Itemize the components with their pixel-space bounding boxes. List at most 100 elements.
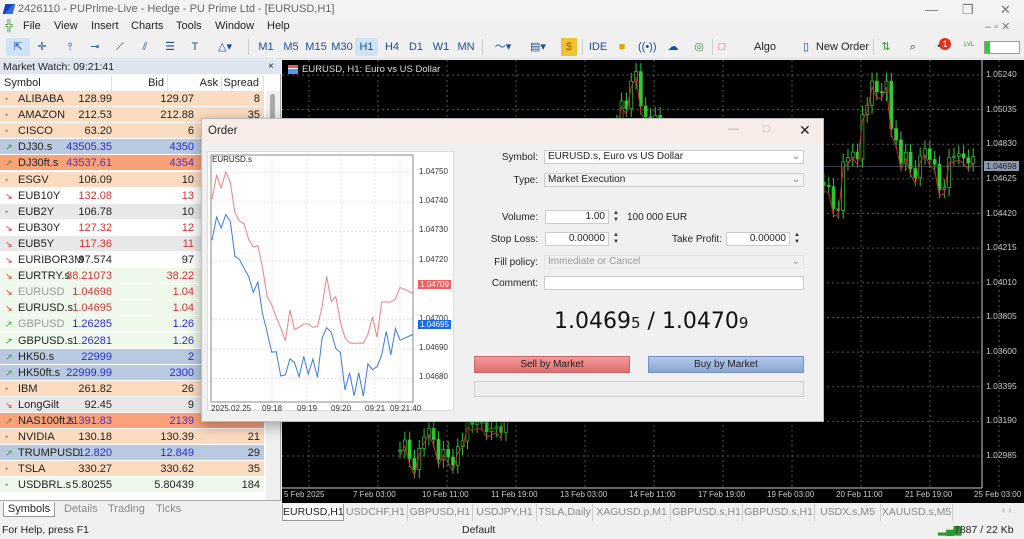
trendline-icon[interactable]: ⟋ (111, 38, 129, 56)
chart-tab[interactable]: GBPUSD.s,H1 (743, 504, 815, 521)
chart-tab[interactable]: USDX.s,M5 (815, 504, 881, 521)
stop-loss-input[interactable]: 0.00000 (545, 232, 609, 246)
vertical-line-icon[interactable]: ⫯ (62, 38, 78, 56)
symbol-select[interactable]: EURUSD.s, Euro vs US Dollar ⌄ (544, 150, 804, 164)
tf-h4[interactable]: H4 (381, 38, 403, 56)
chart-tab[interactable]: USDJPY,H1 (473, 504, 537, 521)
menu-file[interactable]: File (23, 20, 41, 32)
menu-view[interactable]: View (54, 20, 78, 32)
menu-help[interactable]: Help (267, 20, 290, 32)
tf-w1[interactable]: W1 (430, 38, 452, 56)
fibonacci-icon[interactable]: ☰ (161, 38, 179, 56)
minimize-icon[interactable]: — (925, 2, 938, 17)
tf-mn[interactable]: MN (454, 38, 478, 56)
buy-by-market-button[interactable]: Buy by Market (648, 356, 804, 373)
trend-icon: ↗ (5, 158, 13, 169)
candle (908, 151, 913, 169)
y-label: 1.04720 (419, 254, 448, 264)
tab-symbols[interactable]: Symbols (3, 502, 55, 517)
algo-trading-button[interactable]: Algo Trading (735, 38, 795, 71)
close-icon[interactable]: ✕ (799, 122, 811, 139)
channel-icon[interactable]: ⫽ (136, 38, 154, 56)
chart-tab[interactable]: USDCHF,H1 (344, 504, 408, 521)
bid: 43505.35 (66, 141, 112, 154)
shapes-icon[interactable]: △▾ (210, 38, 240, 56)
tf-m15[interactable]: M15 (304, 38, 328, 56)
volume-input[interactable]: 1.00 (545, 210, 609, 224)
text-icon[interactable]: T (187, 38, 203, 56)
dollar-icon[interactable]: $ (561, 38, 577, 56)
market-watch-row[interactable]: • USDBRL.s 5.80255 5.80439 184 (0, 477, 264, 494)
tf-m5[interactable]: M5 (280, 38, 302, 56)
mdi-controls[interactable]: – ▫ ✕ (985, 20, 1010, 33)
search-icon[interactable]: ⌕ (905, 38, 921, 56)
col-ask[interactable]: Ask (168, 75, 222, 91)
col-bid[interactable]: Bid (112, 75, 168, 91)
chart-tab[interactable]: GBPUSD,H1 (408, 504, 473, 521)
ide-button[interactable]: IDE (588, 38, 608, 56)
chart-tab[interactable]: GBPUSD.s,H1 (671, 504, 743, 521)
price-label: 1.03190 (986, 415, 1017, 426)
tab-scroll-arrows[interactable]: ‹ › (1002, 505, 1011, 516)
vps-cloud-icon[interactable]: ☁ (664, 38, 682, 56)
fill-policy-select[interactable]: Immediate or Cancel ⌄ (544, 255, 804, 269)
tf-m1[interactable]: M1 (255, 38, 277, 56)
y-label: 1.04750 (419, 166, 448, 176)
candle (475, 421, 479, 425)
stop-loss-stepper[interactable]: ▲ ▼ (611, 232, 621, 246)
algo-trading-icon[interactable]: □ (716, 38, 728, 56)
price-label: 1.04215 (986, 242, 1017, 253)
chart-tab[interactable]: EURUSD,H1 (282, 504, 344, 521)
time-label: 14 Feb 11:00 (629, 490, 676, 499)
ask: 10 (181, 205, 194, 218)
take-profit-input[interactable]: 0.00000 (726, 232, 790, 246)
depth-of-market-icon[interactable]: ⇅ (878, 38, 894, 56)
market-bag-icon[interactable]: ■ (614, 38, 630, 56)
market-watch-row[interactable]: • TSLA 330.27 330.62 35 (0, 461, 264, 478)
tf-m30[interactable]: M30 (330, 38, 354, 56)
y-label: 1.04690 (419, 343, 448, 353)
take-profit-stepper[interactable]: ▲ ▼ (792, 232, 802, 246)
bid: 5.80255 (72, 479, 112, 492)
sell-by-market-button[interactable]: Sell by Market (474, 356, 630, 373)
cursor-icon[interactable]: ⇱ (6, 38, 30, 56)
maximize-icon[interactable]: □ (763, 123, 770, 135)
menu-tools[interactable]: Tools (176, 20, 202, 32)
chart-tab[interactable]: XAGUSD.p,M1 (593, 504, 671, 521)
add-service-icon[interactable]: ◎ (690, 38, 708, 56)
chart-type-icon[interactable]: 〜▾ (488, 38, 518, 56)
close-icon[interactable]: ✕ (1000, 2, 1011, 18)
tf-d1[interactable]: D1 (405, 38, 427, 56)
tab-trading[interactable]: Trading (108, 502, 145, 517)
crosshair-icon[interactable]: ✛ (32, 38, 52, 56)
menu-window[interactable]: Window (215, 20, 254, 32)
signals-icon[interactable]: ((•)) (638, 38, 657, 56)
horizontal-line-icon[interactable]: ⊸ (86, 38, 104, 56)
trend-icon: • (5, 432, 9, 443)
menu-insert[interactable]: Insert (91, 20, 119, 32)
restore-icon[interactable]: ❐ (962, 2, 974, 18)
tab-ticks[interactable]: Ticks (156, 502, 181, 517)
volume-stepper[interactable]: ▲ ▼ (611, 210, 621, 224)
close-icon[interactable]: × (268, 61, 274, 72)
new-order-button[interactable]: New Order (815, 38, 870, 56)
app-logo-icon (2, 4, 16, 14)
market-watch-row[interactable]: • ALIBABA 128.99 129.07 8 (0, 91, 264, 107)
chart-tab[interactable]: XAUUSD.s,M5 (881, 504, 953, 521)
status-bar: For Help, press F1 Default ▂▄▆ 7887 / 22… (0, 522, 1024, 539)
comment-input[interactable] (544, 276, 804, 290)
type-select[interactable]: Market Execution ⌄ (544, 173, 804, 187)
col-symbol[interactable]: Symbol (0, 75, 112, 91)
indicators-icon[interactable]: ▤▾ (523, 38, 553, 56)
bid: 63.20 (84, 125, 112, 138)
market-watch-row[interactable]: • NVIDIA 130.18 130.39 21 (0, 429, 264, 446)
tf-h1[interactable]: H1 (355, 38, 378, 56)
market-watch-row[interactable]: ↗ TRUMPUSD 12.820 12.849 29 (0, 445, 264, 462)
tab-details[interactable]: Details (64, 502, 98, 517)
col-spread[interactable]: Spread (222, 75, 264, 91)
minimize-icon[interactable]: — (728, 123, 739, 135)
bid: 106.78 (78, 205, 112, 218)
new-order-icon[interactable]: ▯ (800, 38, 812, 56)
chart-tab[interactable]: TSLA,Daily (537, 504, 593, 521)
menu-charts[interactable]: Charts (131, 20, 163, 32)
